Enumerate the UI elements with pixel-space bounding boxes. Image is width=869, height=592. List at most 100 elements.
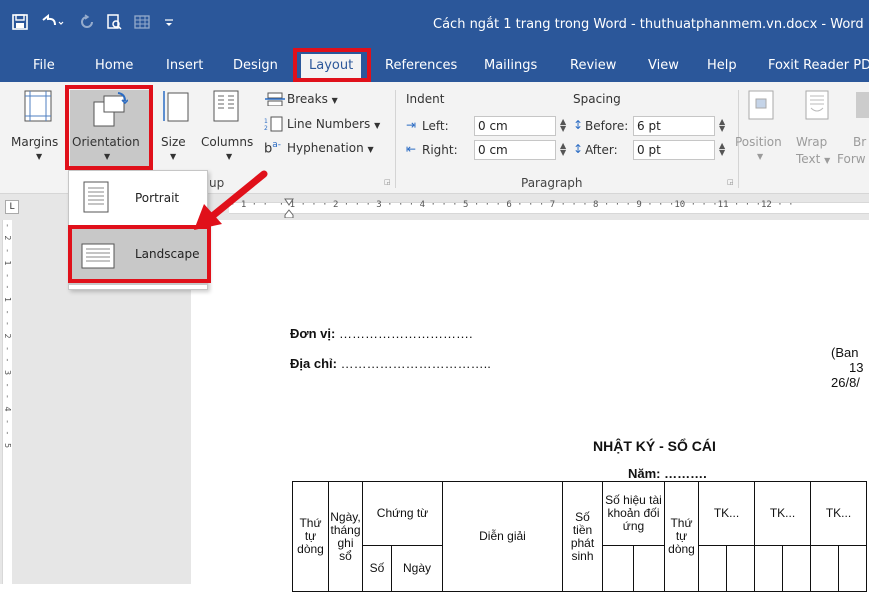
bring-forward-button[interactable]: Br [853,135,866,149]
indent-right-spinner[interactable]: ▲ ▼ [560,142,566,157]
indent-right-input[interactable]: 0 cm [474,140,556,160]
breaks-icon [264,92,286,109]
col-tk-2: TK... [754,481,811,546]
red-arrow-icon [194,170,268,230]
spacing-before-input[interactable]: 6 pt [633,116,715,136]
customize-icon[interactable] [164,14,174,36]
tab-references[interactable]: References [385,58,457,73]
indent-heading: Indent [406,92,445,106]
ruler-marks: · 1 · · · 1 · · · 2 · · · 3 · · · 4 · · … [230,200,794,210]
spacing-before-spinner[interactable]: ▲ ▼ [719,118,725,133]
bring-forward-icon [856,92,869,118]
col-tk-1: TK... [698,481,755,546]
portrait-label: Portrait [135,191,180,205]
table-cell [698,545,727,592]
col-thu-tu-dong: Thứ tự dòng [292,481,329,592]
save-icon[interactable] [12,14,28,35]
vruler-marks: - 2 - 1 - - 1 - - 2 - - 3 - - 4 - - 5 [3,224,12,452]
position-dropdown-icon[interactable]: ▼ [757,152,763,161]
table-cell [782,545,811,592]
page-setup-launcher-icon[interactable]: ◲ [384,178,391,186]
col-dien-giai: Diễn giải [442,481,563,592]
size-dropdown-icon[interactable]: ▼ [170,152,176,161]
position-button[interactable]: Position [735,135,782,149]
paragraph-launcher-icon[interactable]: ◲ [727,178,734,186]
margins-dropdown-icon[interactable]: ▼ [36,152,42,161]
tab-view[interactable]: View [648,58,679,73]
orientation-highlight [65,85,153,170]
ban-hanh-line3: 26/8/ [831,375,860,390]
portrait-option[interactable]: Portrait [69,171,207,225]
document-heading: NHẬT KÝ - SỔ CÁI [593,438,716,454]
indent-left-icon: ⇥ [406,118,417,132]
col-so-hieu: Số hiệu tài khoản đối ứng [602,481,665,546]
tab-selector-button[interactable]: L [5,200,19,214]
ban-hanh-line1: (Ban [831,345,859,360]
col-tk-3: TK... [810,481,867,546]
table-cell [754,545,783,592]
col-chung-tu: Chứng từ [362,481,443,546]
svg-text:1: 1 [264,118,268,125]
tab-foxit[interactable]: Foxit Reader PD [768,58,869,73]
columns-dropdown-icon[interactable]: ▼ [226,152,232,161]
columns-button[interactable]: Columns [201,135,253,149]
table-cell [838,545,867,592]
window-title: Cách ngắt 1 trang trong Word - thuthuatp… [433,17,864,32]
undo-icon[interactable] [40,13,64,35]
dia-chi-line: Địa chỉ: …………………………….. [290,356,491,371]
table-cell [633,545,665,592]
indent-right-icon: ⇤ [406,142,417,156]
tab-design[interactable]: Design [233,58,278,73]
col-ngay-thang: Ngày, tháng ghi sổ [328,481,363,592]
layout-tab-highlight [293,48,371,82]
portrait-icon [83,181,109,216]
margins-button[interactable]: Margins [11,135,58,149]
table-icon[interactable] [134,14,150,35]
col-thu-tu-dong-2: Thứ tự dòng [664,481,699,592]
position-icon [748,90,774,123]
svg-text:2: 2 [264,125,268,132]
hyphenation-icon: ba- [264,140,282,157]
col-so-tien: Số tiền phát sinh [562,481,603,592]
redo-icon[interactable] [80,14,94,35]
hyphenation-button[interactable]: Hyphenation ▼ [287,141,374,155]
group-divider [395,90,396,188]
line-numbers-icon: 12 [264,116,284,135]
tab-review[interactable]: Review [570,58,616,73]
ban-hanh-line2: 13 [849,360,864,375]
spacing-before-icon: ↕ [573,118,584,132]
tab-file[interactable]: File [33,58,55,73]
size-button[interactable]: Size [161,135,186,149]
wrap-text-label: Text ▼ [796,152,831,166]
margins-icon[interactable] [24,90,52,125]
spacing-after-spinner[interactable]: ▲ ▼ [719,142,725,157]
ledger-table: Thứ tự dòng Ngày, tháng ghi sổ Chứng từ … [292,481,867,592]
indent-left-spinner[interactable]: ▲ ▼ [560,118,566,133]
spacing-after-icon: ↕ [573,142,584,156]
print-preview-icon[interactable] [106,14,122,35]
tab-home[interactable]: Home [95,58,133,73]
vertical-ruler[interactable]: - 2 - 1 - - 1 - - 2 - - 3 - - 4 - - 5 [0,220,14,584]
tab-help[interactable]: Help [707,58,737,73]
don-vi-line: Đơn vị: …………………………. [290,326,473,341]
breaks-button[interactable]: Breaks ▼ [287,92,338,106]
table-cell [602,545,634,592]
indent-right-label: Right: [422,143,458,157]
ribbon-tabs: File Home Insert Design Layout Reference… [0,50,869,82]
paragraph-group-label: Paragraph [521,176,583,190]
columns-icon[interactable] [213,90,239,125]
indent-marker-icon[interactable] [284,198,294,221]
spacing-before-label: Before: [585,119,629,133]
spacing-after-input[interactable]: 0 pt [633,140,715,160]
table-cell [726,545,755,592]
size-icon[interactable] [163,90,189,125]
tab-insert[interactable]: Insert [166,58,203,73]
spacing-after-label: After: [585,143,618,157]
indent-left-input[interactable]: 0 cm [474,116,556,136]
document-year: Năm: ………. [628,466,707,481]
col-ngay: Ngày [391,545,443,592]
tab-mailings[interactable]: Mailings [484,58,537,73]
title-bar: Cách ngắt 1 trang trong Word - thuthuatp… [0,0,869,50]
line-numbers-button[interactable]: Line Numbers ▼ [287,117,380,131]
wrap-text-button[interactable]: Wrap [796,135,827,149]
